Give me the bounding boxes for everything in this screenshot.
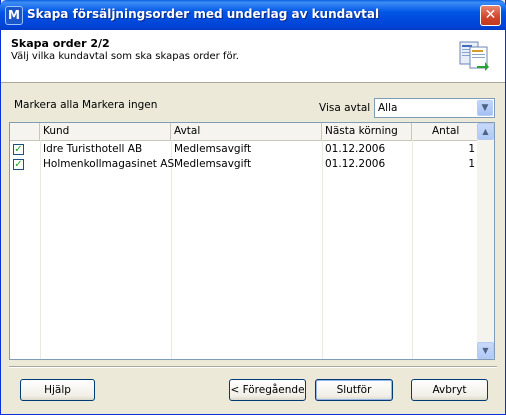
filter-selected-value: Alla xyxy=(378,102,398,114)
vertical-scrollbar[interactable]: ▲ ▼ xyxy=(477,123,494,359)
help-button[interactable]: Hjälp xyxy=(20,379,95,401)
row-checkbox[interactable]: ✓ xyxy=(13,159,24,170)
cell-nasta-korning: 01.12.2006 xyxy=(325,158,386,170)
cell-kund: Idre Turisthotell AB xyxy=(43,143,143,155)
previous-button[interactable]: < Föregående xyxy=(229,379,306,401)
header-kund[interactable]: Kund xyxy=(40,123,171,140)
cell-avtal: Medlemsavgift xyxy=(174,143,252,155)
row-checkbox[interactable]: ✓ xyxy=(13,144,24,155)
header-antal[interactable]: Antal xyxy=(412,123,478,140)
filter-label: Visa avtal xyxy=(319,102,371,114)
header-nasta-korning[interactable]: Nästa körning xyxy=(322,123,412,140)
scroll-up-icon[interactable]: ▲ xyxy=(477,123,494,140)
wizard-header: Skapa order 2/2 Välj vilka kundavtal som… xyxy=(1,30,505,83)
header-check-column[interactable] xyxy=(10,123,40,140)
table-row[interactable]: ✓ Holmenkollmagasinet AS Medlemsavgift 0… xyxy=(10,157,478,172)
window-title: Skapa försäljningsorder med underlag av … xyxy=(27,7,380,21)
cell-antal: 1 xyxy=(468,158,475,170)
select-all-link[interactable]: Markera alla xyxy=(14,99,79,111)
cancel-button[interactable]: Avbryt xyxy=(411,379,488,401)
filter-dropdown[interactable]: Alla ▼ xyxy=(374,98,495,118)
cell-kund: Holmenkollmagasinet AS xyxy=(43,158,175,170)
wizard-window: M Skapa försäljningsorder med underlag a… xyxy=(0,0,506,415)
header-avtal[interactable]: Avtal xyxy=(171,123,322,140)
column-divider xyxy=(171,140,172,359)
table-row[interactable]: ✓ Idre Turisthotell AB Medlemsavgift 01.… xyxy=(10,142,478,157)
grid-header: Kund Avtal Nästa körning Antal xyxy=(10,123,478,141)
close-button[interactable]: ✕ xyxy=(480,5,501,26)
app-icon: M xyxy=(5,6,23,25)
wizard-document-icon xyxy=(459,41,489,71)
footer-divider xyxy=(9,366,497,368)
cell-antal: 1 xyxy=(468,143,475,155)
title-bar[interactable]: M Skapa försäljningsorder med underlag a… xyxy=(0,0,506,30)
column-divider xyxy=(40,140,41,359)
step-subtitle: Välj vilka kundavtal som ska skapas orde… xyxy=(11,51,239,62)
column-divider xyxy=(412,140,413,359)
chevron-down-icon[interactable]: ▼ xyxy=(477,100,493,116)
contracts-grid: Kund Avtal Nästa körning Antal ✓ Idre Tu… xyxy=(9,122,495,360)
select-none-link[interactable]: Markera ingen xyxy=(82,99,157,111)
cell-nasta-korning: 01.12.2006 xyxy=(325,143,386,155)
finish-button[interactable]: Slutför xyxy=(315,379,393,401)
column-divider xyxy=(322,140,323,359)
cell-avtal: Medlemsavgift xyxy=(174,158,252,170)
scroll-down-icon[interactable]: ▼ xyxy=(477,342,494,359)
step-title: Skapa order 2/2 xyxy=(11,37,110,50)
